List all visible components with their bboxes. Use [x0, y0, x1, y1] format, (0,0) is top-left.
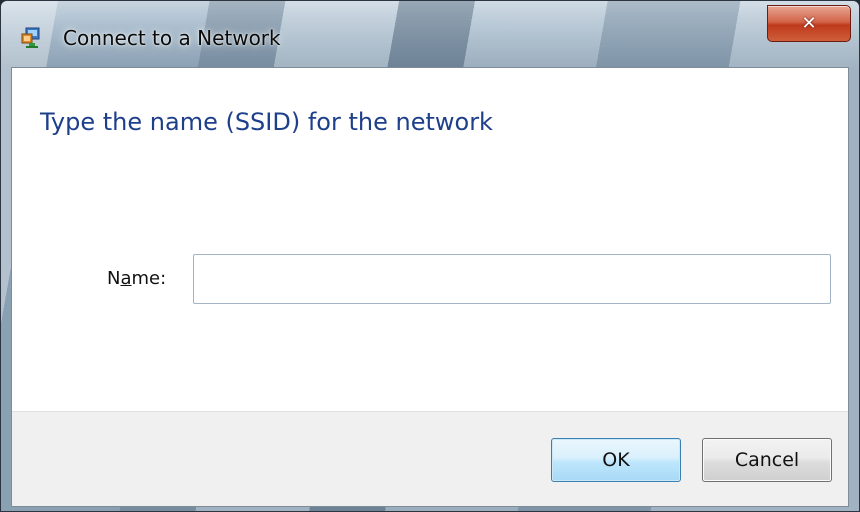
close-icon: ✕	[801, 13, 817, 34]
title-bar[interactable]: Connect to a Network ✕	[1, 1, 859, 67]
ok-button[interactable]: OK	[551, 438, 681, 482]
instruction-heading: Type the name (SSID) for the network	[40, 108, 493, 136]
cancel-button[interactable]: Cancel	[702, 438, 832, 482]
name-label: Name:	[107, 268, 167, 289]
button-bar: OK Cancel	[12, 411, 848, 506]
ssid-name-input[interactable]	[193, 254, 831, 304]
dialog-window: Connect to a Network ✕ Type the name (SS…	[0, 0, 860, 512]
network-icon	[21, 27, 40, 48]
dialog-content: Type the name (SSID) for the network Nam…	[11, 67, 849, 507]
window-title: Connect to a Network	[63, 26, 281, 50]
close-button[interactable]: ✕	[767, 5, 851, 42]
